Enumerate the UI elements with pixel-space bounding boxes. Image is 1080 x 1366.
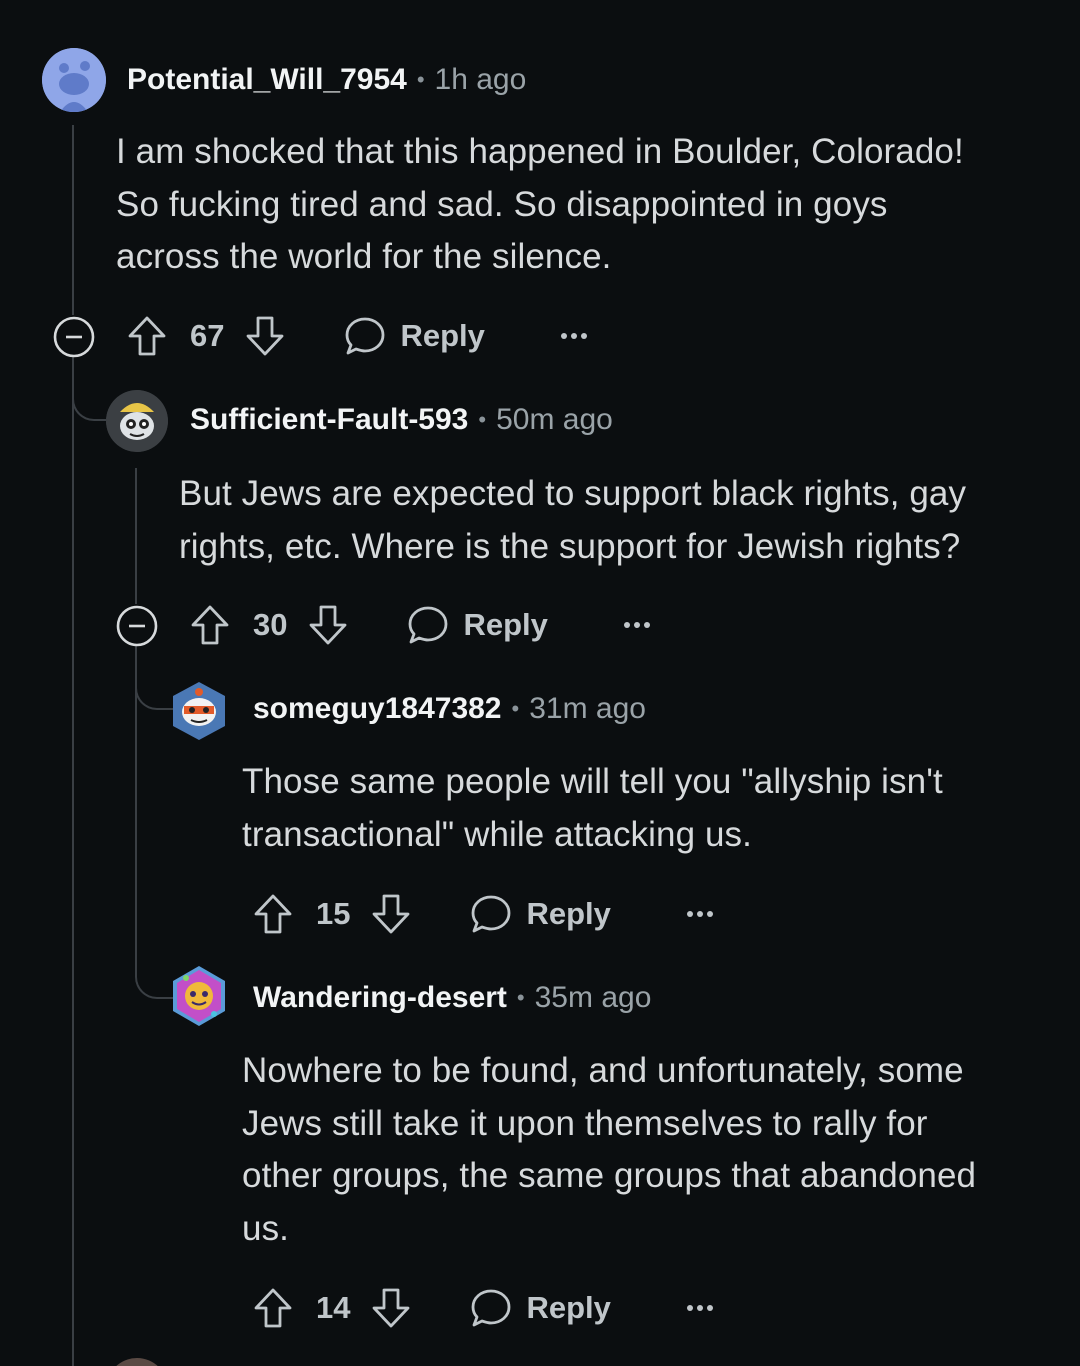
comment-body: Nowhere to be found, and unfortunately, … (242, 1045, 1062, 1255)
avatar[interactable] (106, 1358, 168, 1366)
upvote-icon[interactable] (252, 892, 294, 936)
vote-count: 15 (316, 896, 351, 931)
thread-line-root-lower[interactable] (72, 357, 74, 1366)
upvote-icon[interactable] (126, 314, 168, 358)
avatar[interactable] (170, 680, 228, 742)
comment-line: But Jews are expected to support black r… (179, 474, 967, 513)
separator-dot: • (416, 67, 425, 92)
comment-line: Jews still take it upon themselves to ra… (242, 1103, 928, 1143)
separator-dot: • (511, 696, 520, 721)
downvote-icon[interactable] (370, 1286, 412, 1330)
more-options-icon[interactable] (559, 331, 589, 341)
avatar[interactable] (42, 48, 106, 112)
comment-line: rights, etc. Where is the support for Je… (179, 526, 961, 566)
snoo-avatar-icon (173, 682, 225, 740)
comment-line: us. (242, 1208, 289, 1248)
reply-label: Reply (400, 318, 485, 353)
comment-line: Nowhere to be found, and unfortunately, … (242, 1051, 964, 1090)
chat-bubble-icon (472, 895, 511, 933)
more-options-icon[interactable] (622, 620, 652, 630)
comment-actions: 14 Reply (252, 1283, 715, 1333)
comment-body: Those same people will tell you "allyshi… (242, 756, 1062, 861)
reply-button[interactable]: Reply (470, 1287, 611, 1329)
username[interactable]: Potential_Will_7954 (127, 63, 407, 97)
comment-header: someguy1847382 • 31m ago (253, 689, 646, 729)
timestamp[interactable]: 35m ago (535, 981, 652, 1015)
reply-label: Reply (526, 896, 611, 931)
reply-button[interactable]: Reply (407, 604, 548, 646)
username[interactable]: someguy1847382 (253, 692, 502, 726)
comment-line: transactional" while attacking us. (242, 814, 752, 854)
reply-button[interactable]: Reply (470, 893, 611, 935)
reddit-snoo-default-icon (42, 48, 106, 112)
comment-line: across the world for the silence. (116, 237, 612, 276)
downvote-icon[interactable] (370, 892, 412, 936)
upvote-icon[interactable] (189, 603, 231, 647)
downvote-icon[interactable] (307, 603, 349, 647)
timestamp[interactable]: 31m ago (529, 692, 646, 726)
separator-dot: • (516, 985, 525, 1010)
minus-circle-icon (116, 605, 158, 647)
username[interactable]: Wandering-desert (253, 981, 507, 1015)
thread-line-level1-upper[interactable] (135, 468, 137, 604)
comment-body: I am shocked that this happened in Bould… (116, 126, 1046, 284)
separator-dot: • (478, 407, 487, 432)
thread-line-root-upper[interactable] (72, 125, 74, 315)
snoo-avatar-icon (173, 966, 225, 1026)
timestamp[interactable]: 50m ago (496, 403, 613, 437)
comment-line: So fucking tired and sad. So disappointe… (116, 184, 888, 224)
comment-line: I am shocked that this happened in Bould… (116, 132, 964, 171)
comment-thread: Potential_Will_7954 • 1h ago I am shocke… (0, 0, 1080, 1366)
avatar[interactable] (170, 964, 228, 1028)
chat-bubble-icon (409, 606, 448, 644)
comment-line: other groups, the same groups that aband… (242, 1156, 977, 1195)
thread-branch-1 (72, 357, 110, 421)
reply-label: Reply (526, 1290, 611, 1325)
reply-label: Reply (463, 607, 548, 642)
comment-actions: 30 Reply (189, 600, 652, 650)
minus-circle-icon (53, 316, 95, 358)
collapse-button[interactable] (115, 604, 159, 653)
comment-body: But Jews are expected to support black r… (179, 468, 1059, 573)
downvote-icon[interactable] (244, 314, 286, 358)
avatar[interactable] (106, 390, 168, 452)
timestamp[interactable]: 1h ago (435, 63, 527, 97)
thread-branch-3 (135, 940, 175, 999)
comment-actions: 15 Reply (252, 889, 715, 939)
snoo-avatar-icon (106, 390, 168, 452)
username[interactable]: Sufficient-Fault-593 (190, 403, 468, 437)
vote-count: 30 (253, 607, 288, 642)
thread-branch-2 (135, 646, 175, 710)
upvote-icon[interactable] (252, 1286, 294, 1330)
comment-line: Those same people will tell you "allyshi… (242, 762, 943, 801)
reply-button[interactable]: Reply (344, 315, 485, 357)
comment-header: Potential_Will_7954 • 1h ago (127, 60, 526, 100)
more-options-icon[interactable] (685, 909, 715, 919)
vote-count: 14 (316, 1290, 351, 1325)
vote-count: 67 (190, 318, 225, 353)
chat-bubble-icon (346, 317, 385, 355)
comment-header: Sufficient-Fault-593 • 50m ago (190, 400, 613, 440)
comment-header: Wandering-desert • 35m ago (253, 978, 651, 1018)
more-options-icon[interactable] (685, 1303, 715, 1313)
collapse-button[interactable] (52, 315, 96, 364)
chat-bubble-icon (472, 1289, 511, 1327)
comment-actions: 67 Reply (126, 311, 589, 361)
